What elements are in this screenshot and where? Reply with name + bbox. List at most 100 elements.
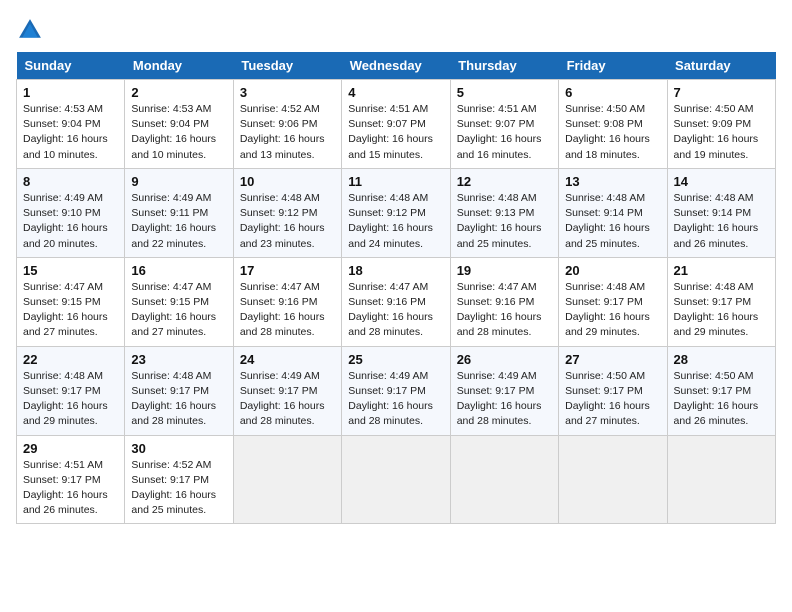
day-info: Sunrise: 4:50 AMSunset: 9:17 PMDaylight:…	[674, 369, 769, 430]
calendar-cell: 7 Sunrise: 4:50 AMSunset: 9:09 PMDaylight…	[667, 80, 775, 169]
day-info: Sunrise: 4:48 AMSunset: 9:14 PMDaylight:…	[674, 191, 769, 252]
day-info: Sunrise: 4:50 AMSunset: 9:17 PMDaylight:…	[565, 369, 660, 430]
day-header-saturday: Saturday	[667, 52, 775, 80]
day-info: Sunrise: 4:48 AMSunset: 9:12 PMDaylight:…	[240, 191, 335, 252]
calendar-cell: 17Sunrise: 4:47 AMSunset: 9:16 PMDayligh…	[233, 257, 341, 346]
day-info: Sunrise: 4:47 AMSunset: 9:16 PMDaylight:…	[348, 280, 443, 341]
calendar-cell: 23Sunrise: 4:48 AMSunset: 9:17 PMDayligh…	[125, 346, 233, 435]
day-number: 26	[457, 352, 552, 367]
day-info: Sunrise: 4:50 AMSunset: 9:08 PMDaylight:…	[565, 102, 660, 163]
day-info: Sunrise: 4:50 AMSunset: 9:09 PMDaylight:…	[674, 102, 769, 163]
day-info: Sunrise: 4:47 AMSunset: 9:15 PMDaylight:…	[131, 280, 226, 341]
calendar-cell: 26 Sunrise: 4:49 AMSunset: 9:17 PMDayligh…	[450, 346, 558, 435]
day-info: Sunrise: 4:53 AMSunset: 9:04 PMDaylight:…	[23, 102, 118, 163]
day-number: 30	[131, 441, 226, 456]
calendar-cell: 2 Sunrise: 4:53 AMSunset: 9:04 PMDaylight…	[125, 80, 233, 169]
day-number: 5	[457, 85, 552, 100]
calendar-cell: 19 Sunrise: 4:47 AMSunset: 9:16 PMDayligh…	[450, 257, 558, 346]
calendar-cell: 4 Sunrise: 4:51 AMSunset: 9:07 PMDaylight…	[342, 80, 450, 169]
calendar-cell	[342, 435, 450, 524]
calendar-cell	[559, 435, 667, 524]
calendar-cell: 8 Sunrise: 4:49 AMSunset: 9:10 PMDaylight…	[17, 168, 125, 257]
day-info: Sunrise: 4:52 AMSunset: 9:17 PMDaylight:…	[131, 458, 226, 519]
calendar-cell: 28 Sunrise: 4:50 AMSunset: 9:17 PMDayligh…	[667, 346, 775, 435]
calendar-week-3: 15 Sunrise: 4:47 AMSunset: 9:15 PMDayligh…	[17, 257, 776, 346]
calendar-cell: 24Sunrise: 4:49 AMSunset: 9:17 PMDayligh…	[233, 346, 341, 435]
day-info: Sunrise: 4:48 AMSunset: 9:14 PMDaylight:…	[565, 191, 660, 252]
day-info: Sunrise: 4:52 AMSunset: 9:06 PMDaylight:…	[240, 102, 335, 163]
day-info: Sunrise: 4:49 AMSunset: 9:17 PMDaylight:…	[240, 369, 335, 430]
calendar-week-1: 1 Sunrise: 4:53 AMSunset: 9:04 PMDaylight…	[17, 80, 776, 169]
calendar-cell: 14 Sunrise: 4:48 AMSunset: 9:14 PMDayligh…	[667, 168, 775, 257]
calendar-cell: 29 Sunrise: 4:51 AMSunset: 9:17 PMDayligh…	[17, 435, 125, 524]
day-number: 13	[565, 174, 660, 189]
day-header-friday: Friday	[559, 52, 667, 80]
calendar-cell: 12 Sunrise: 4:48 AMSunset: 9:13 PMDayligh…	[450, 168, 558, 257]
calendar-cell: 6 Sunrise: 4:50 AMSunset: 9:08 PMDaylight…	[559, 80, 667, 169]
day-number: 20	[565, 263, 660, 278]
day-number: 22	[23, 352, 118, 367]
day-info: Sunrise: 4:49 AMSunset: 9:10 PMDaylight:…	[23, 191, 118, 252]
day-info: Sunrise: 4:49 AMSunset: 9:17 PMDaylight:…	[457, 369, 552, 430]
calendar-cell: 9 Sunrise: 4:49 AMSunset: 9:11 PMDaylight…	[125, 168, 233, 257]
calendar-cell	[450, 435, 558, 524]
logo-icon	[16, 16, 44, 44]
day-info: Sunrise: 4:48 AMSunset: 9:17 PMDaylight:…	[23, 369, 118, 430]
day-number: 8	[23, 174, 118, 189]
calendar-week-2: 8 Sunrise: 4:49 AMSunset: 9:10 PMDaylight…	[17, 168, 776, 257]
day-number: 25	[348, 352, 443, 367]
day-number: 15	[23, 263, 118, 278]
calendar-cell: 27Sunrise: 4:50 AMSunset: 9:17 PMDayligh…	[559, 346, 667, 435]
day-info: Sunrise: 4:49 AMSunset: 9:11 PMDaylight:…	[131, 191, 226, 252]
day-number: 9	[131, 174, 226, 189]
day-number: 7	[674, 85, 769, 100]
day-header-sunday: Sunday	[17, 52, 125, 80]
calendar-table: SundayMondayTuesdayWednesdayThursdayFrid…	[16, 52, 776, 524]
day-info: Sunrise: 4:49 AMSunset: 9:17 PMDaylight:…	[348, 369, 443, 430]
day-number: 1	[23, 85, 118, 100]
day-number: 14	[674, 174, 769, 189]
day-number: 12	[457, 174, 552, 189]
header	[16, 16, 776, 44]
calendar-body: 1 Sunrise: 4:53 AMSunset: 9:04 PMDaylight…	[17, 80, 776, 524]
calendar-cell	[233, 435, 341, 524]
day-header-monday: Monday	[125, 52, 233, 80]
calendar-cell: 21Sunrise: 4:48 AMSunset: 9:17 PMDayligh…	[667, 257, 775, 346]
day-number: 4	[348, 85, 443, 100]
calendar-cell: 15 Sunrise: 4:47 AMSunset: 9:15 PMDayligh…	[17, 257, 125, 346]
day-number: 21	[674, 263, 769, 278]
calendar-header-row: SundayMondayTuesdayWednesdayThursdayFrid…	[17, 52, 776, 80]
day-info: Sunrise: 4:51 AMSunset: 9:17 PMDaylight:…	[23, 458, 118, 519]
day-info: Sunrise: 4:48 AMSunset: 9:13 PMDaylight:…	[457, 191, 552, 252]
day-info: Sunrise: 4:51 AMSunset: 9:07 PMDaylight:…	[348, 102, 443, 163]
day-number: 3	[240, 85, 335, 100]
calendar-cell: 5Sunrise: 4:51 AMSunset: 9:07 PMDaylight…	[450, 80, 558, 169]
calendar-week-4: 22 Sunrise: 4:48 AMSunset: 9:17 PMDayligh…	[17, 346, 776, 435]
calendar-cell: 16Sunrise: 4:47 AMSunset: 9:15 PMDayligh…	[125, 257, 233, 346]
calendar-cell: 22 Sunrise: 4:48 AMSunset: 9:17 PMDayligh…	[17, 346, 125, 435]
calendar-cell: 18Sunrise: 4:47 AMSunset: 9:16 PMDayligh…	[342, 257, 450, 346]
logo	[16, 16, 48, 44]
day-number: 29	[23, 441, 118, 456]
day-number: 6	[565, 85, 660, 100]
day-info: Sunrise: 4:53 AMSunset: 9:04 PMDaylight:…	[131, 102, 226, 163]
day-number: 19	[457, 263, 552, 278]
calendar-cell: 20 Sunrise: 4:48 AMSunset: 9:17 PMDayligh…	[559, 257, 667, 346]
day-header-thursday: Thursday	[450, 52, 558, 80]
day-number: 28	[674, 352, 769, 367]
calendar-cell: 1 Sunrise: 4:53 AMSunset: 9:04 PMDaylight…	[17, 80, 125, 169]
day-header-tuesday: Tuesday	[233, 52, 341, 80]
day-info: Sunrise: 4:47 AMSunset: 9:16 PMDaylight:…	[240, 280, 335, 341]
calendar-cell: 11Sunrise: 4:48 AMSunset: 9:12 PMDayligh…	[342, 168, 450, 257]
day-info: Sunrise: 4:47 AMSunset: 9:15 PMDaylight:…	[23, 280, 118, 341]
day-number: 2	[131, 85, 226, 100]
calendar-cell	[667, 435, 775, 524]
calendar-cell: 10Sunrise: 4:48 AMSunset: 9:12 PMDayligh…	[233, 168, 341, 257]
day-info: Sunrise: 4:48 AMSunset: 9:17 PMDaylight:…	[131, 369, 226, 430]
calendar-cell: 3 Sunrise: 4:52 AMSunset: 9:06 PMDaylight…	[233, 80, 341, 169]
calendar-cell: 25 Sunrise: 4:49 AMSunset: 9:17 PMDayligh…	[342, 346, 450, 435]
calendar-week-5: 29 Sunrise: 4:51 AMSunset: 9:17 PMDayligh…	[17, 435, 776, 524]
calendar-cell: 30 Sunrise: 4:52 AMSunset: 9:17 PMDayligh…	[125, 435, 233, 524]
day-info: Sunrise: 4:47 AMSunset: 9:16 PMDaylight:…	[457, 280, 552, 341]
day-info: Sunrise: 4:48 AMSunset: 9:17 PMDaylight:…	[565, 280, 660, 341]
